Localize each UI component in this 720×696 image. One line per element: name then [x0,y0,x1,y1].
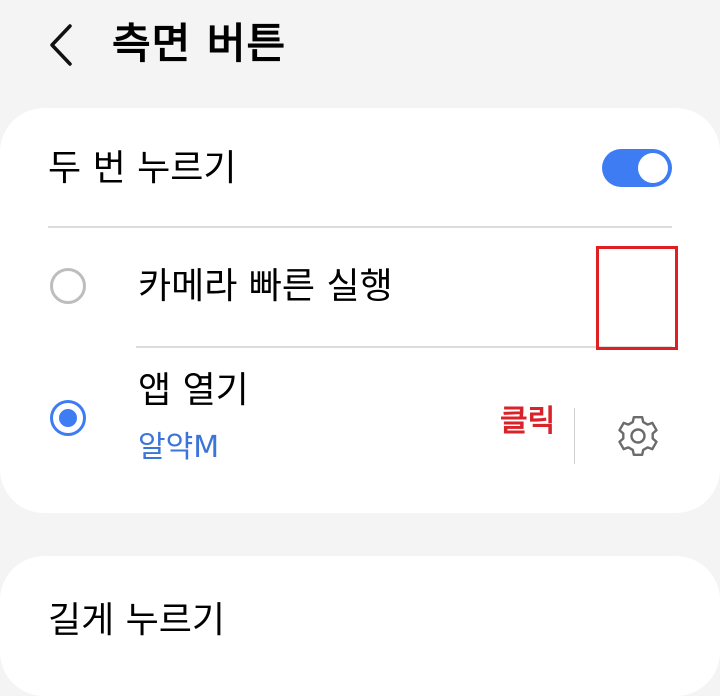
back-button[interactable] [38,18,88,72]
toggle-knob [638,153,668,183]
double-press-label: 두 번 누르기 [48,148,237,189]
option-open-app[interactable]: 앱 열기 알약M 클릭 [0,348,720,513]
double-press-row[interactable]: 두 번 누르기 [0,108,720,226]
highlight-box [596,246,678,350]
top-app-bar: 측면 버튼 [0,0,720,95]
chevron-left-icon [50,24,72,66]
option-label: 카메라 빠른 실행 [138,266,393,307]
radio-unselected[interactable] [50,268,86,304]
double-press-card: 두 번 누르기 카메라 빠른 실행 앱 열기 알약M 클릭 [0,108,720,513]
gear-icon [618,416,658,457]
radio-selected[interactable] [50,400,86,436]
vertical-divider [574,408,575,464]
long-press-card[interactable]: 길게 누르기 [0,556,720,696]
selected-app-name: 알약M [138,430,220,465]
radio-dot [59,409,77,427]
page-title: 측면 버튼 [112,19,287,68]
click-annotation: 클릭 [500,404,556,439]
long-press-label: 길게 누르기 [48,600,226,641]
double-press-toggle[interactable] [602,149,672,187]
option-label: 앱 열기 [138,370,249,411]
app-settings-button[interactable] [610,408,666,464]
